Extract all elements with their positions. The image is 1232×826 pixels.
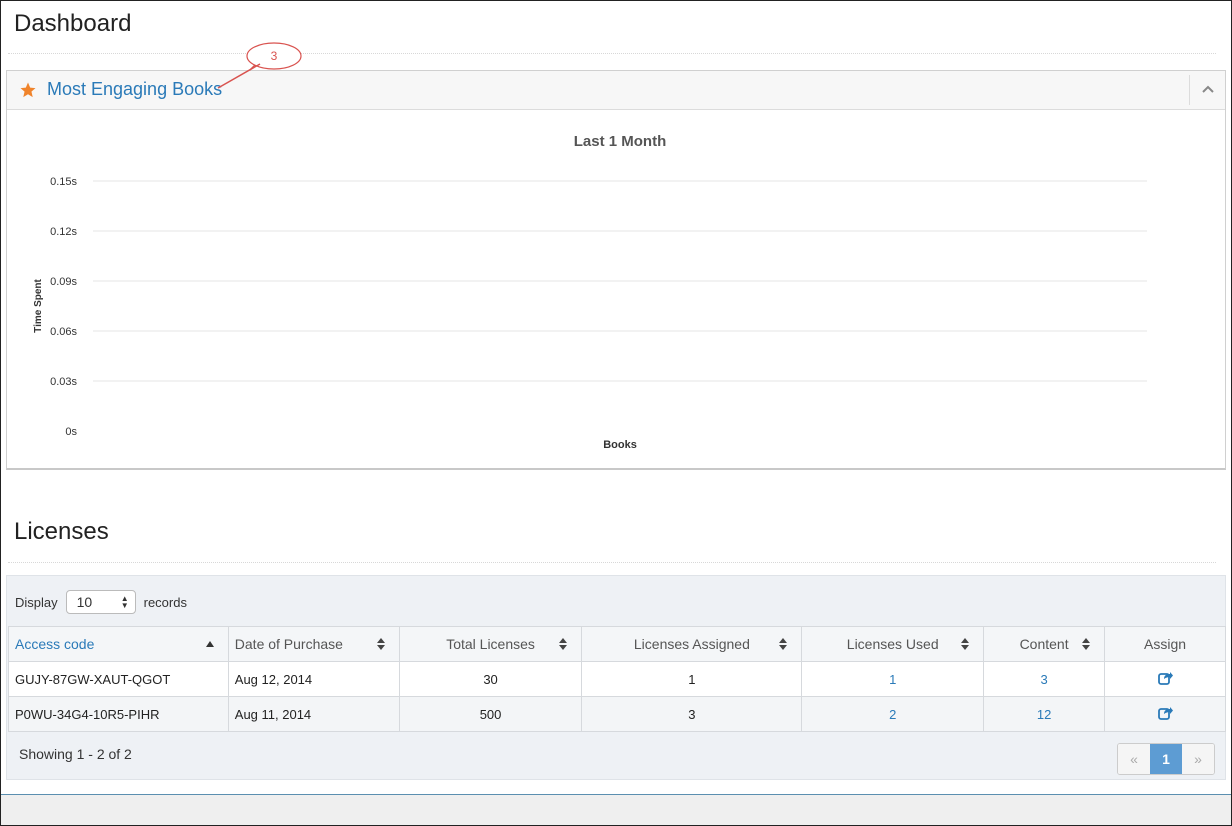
licenses-assigned-cell: 3 <box>581 696 803 732</box>
title-divider <box>8 53 1216 54</box>
assign-share-icon[interactable] <box>1157 671 1173 688</box>
y-tick-label: 0.12s <box>50 226 77 238</box>
engagement-chart: Last 1 Month 0s 0.03s 0.06s 0.09s 0.12s 0.15s… <box>7 110 1225 468</box>
page-size-select[interactable]: 10 ▲ ▼ <box>65 590 136 614</box>
callout-number: 3 <box>271 49 278 63</box>
panel-title-link[interactable]: Most Engaging Books <box>47 79 222 100</box>
y-tick-label: 0s <box>65 426 77 438</box>
page-size-control: Display 10 ▲ ▼ records <box>15 590 187 614</box>
col-label: Total Licenses <box>446 636 535 652</box>
sort-asc-icon <box>205 641 214 647</box>
footer-bar <box>1 794 1231 825</box>
sort-icon <box>1082 638 1091 650</box>
col-total-licenses[interactable]: Total Licenses <box>398 626 583 662</box>
access-code-cell: P0WU-34G4-10R5-PIHR <box>8 696 229 732</box>
chart-svg: Last 1 Month 0s 0.03s 0.06s 0.09s 0.12s 0.15s… <box>33 133 1147 451</box>
content-link[interactable]: 3 <box>1040 672 1047 687</box>
col-label: Date of Purchase <box>234 636 343 652</box>
col-access-code[interactable]: Access code <box>8 626 229 662</box>
y-axis-ticks: 0s 0.03s 0.06s 0.09s 0.12s 0.15s <box>50 176 77 438</box>
licenses-title: Licenses <box>14 518 109 545</box>
col-label: Assign <box>1144 636 1187 652</box>
licenses-assigned-cell: 1 <box>581 661 803 697</box>
total-licenses-cell: 30 <box>398 661 583 697</box>
col-date-of-purchase[interactable]: Date of Purchase <box>227 626 400 662</box>
licenses-table-container: Display 10 ▲ ▼ records Access code Date o… <box>6 575 1226 780</box>
date-cell: Aug 11, 2014 <box>227 696 400 732</box>
col-content[interactable]: Content <box>983 626 1106 662</box>
col-label: Licenses Used <box>846 636 939 652</box>
col-label: Access code <box>15 636 95 652</box>
total-licenses-cell: 500 <box>398 696 583 732</box>
table-row: GUJY-87GW-XAUT-QGOT Aug 12, 2014 30 1 1 … <box>8 661 1226 697</box>
pagination-prev-button[interactable]: « <box>1118 744 1150 774</box>
chevron-up-icon <box>1201 81 1215 99</box>
date-cell: Aug 12, 2014 <box>227 661 400 697</box>
showing-count: Showing 1 - 2 of 2 <box>19 746 132 762</box>
content-link[interactable]: 12 <box>1037 707 1051 722</box>
y-axis-label: Time Spent <box>33 278 44 332</box>
y-tick-label: 0.15s <box>50 176 77 188</box>
collapse-button[interactable] <box>1189 75 1225 105</box>
col-licenses-assigned[interactable]: Licenses Assigned <box>581 626 803 662</box>
panel-header: Most Engaging Books <box>7 71 1225 110</box>
x-axis-label: Books <box>603 439 637 451</box>
y-tick-label: 0.06s <box>50 326 77 338</box>
select-arrows-icon: ▲ ▼ <box>120 594 129 610</box>
sort-icon <box>961 638 970 650</box>
y-tick-label: 0.03s <box>50 376 77 388</box>
access-code-cell: GUJY-87GW-XAUT-QGOT <box>8 661 229 697</box>
sort-icon <box>559 638 568 650</box>
y-tick-label: 0.09s <box>50 276 77 288</box>
col-label: Licenses Assigned <box>633 636 750 652</box>
table-row: P0WU-34G4-10R5-PIHR Aug 11, 2014 500 3 2… <box>8 696 1226 732</box>
licenses-table: Access code Date of Purchase Total Licen… <box>8 626 1226 732</box>
table-header-row: Access code Date of Purchase Total Licen… <box>8 626 1226 662</box>
col-assign: Assign <box>1104 626 1226 662</box>
star-icon <box>19 81 37 99</box>
display-label: Display <box>15 594 58 610</box>
callout-marker: 3 <box>217 42 302 89</box>
records-label: records <box>143 594 187 610</box>
assign-share-icon[interactable] <box>1157 706 1173 723</box>
pagination-next-button[interactable]: » <box>1182 744 1214 774</box>
pagination: « 1 » <box>1117 743 1215 775</box>
licenses-used-link[interactable]: 2 <box>889 707 896 722</box>
chart-title: Last 1 Month <box>574 133 667 150</box>
licenses-divider <box>8 562 1216 563</box>
sort-icon <box>779 638 788 650</box>
col-licenses-used[interactable]: Licenses Used <box>801 626 985 662</box>
col-label: Content <box>1019 636 1069 652</box>
page-title: Dashboard <box>14 10 132 37</box>
chart-gridlines <box>93 180 1147 382</box>
licenses-used-link[interactable]: 1 <box>889 672 896 687</box>
page-size-value: 10 <box>76 594 93 610</box>
sort-icon <box>376 638 385 650</box>
most-engaging-books-panel: Most Engaging Books Last 1 Month 0s 0.03s… <box>6 70 1226 470</box>
pagination-page-1[interactable]: 1 <box>1150 744 1182 774</box>
